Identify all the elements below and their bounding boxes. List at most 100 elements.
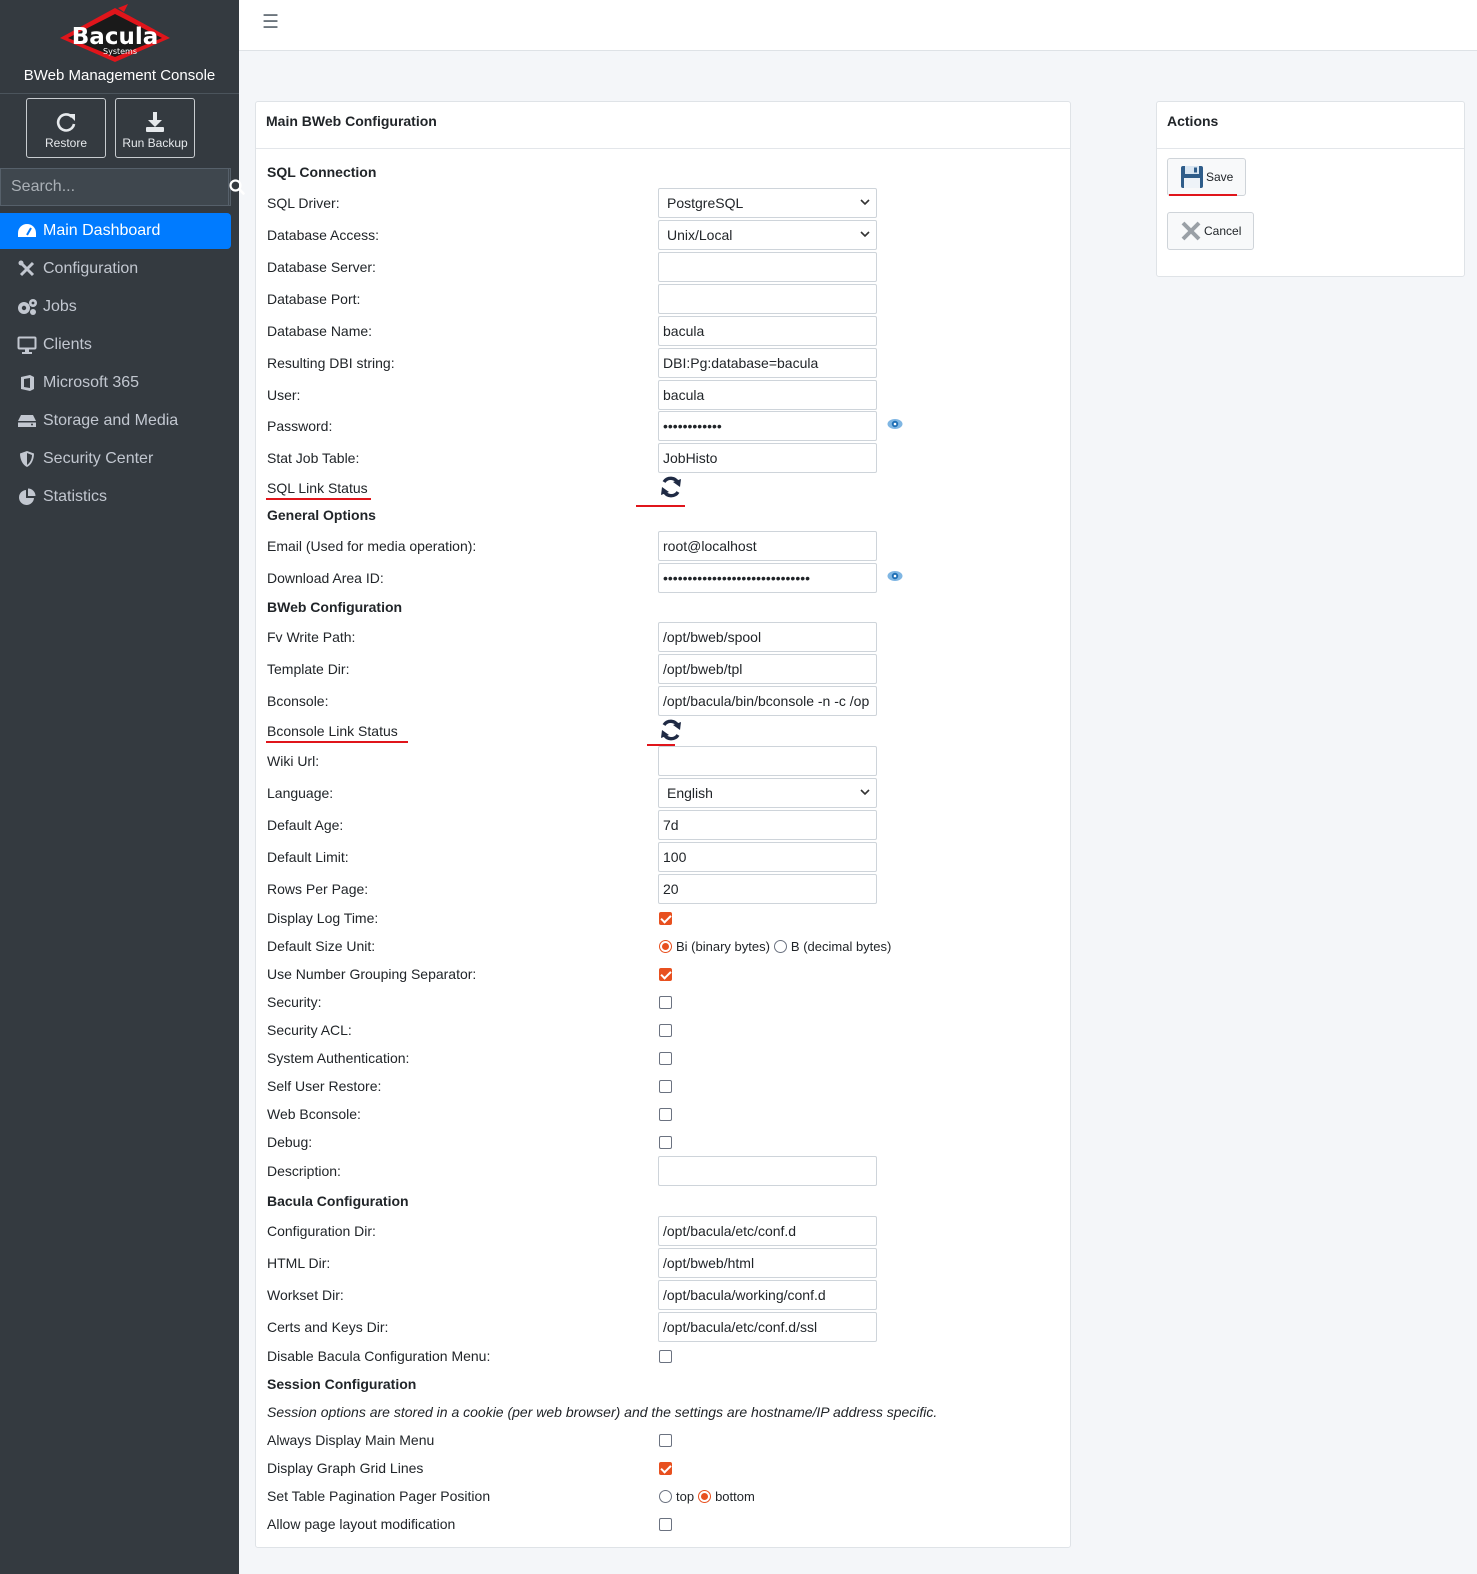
sidebar-item-clients[interactable]: Clients xyxy=(0,327,231,363)
size-unit-radio-group: Bi (binary bytes) B (decimal bytes) xyxy=(659,939,895,954)
annotation-underline xyxy=(266,498,371,500)
search-button[interactable] xyxy=(228,169,245,205)
sql-driver-select[interactable]: PostgreSQL xyxy=(658,188,877,218)
actions-title: Actions xyxy=(1157,102,1464,149)
default-age-input[interactable]: 7d xyxy=(658,810,877,840)
user-input[interactable]: bacula xyxy=(658,380,877,410)
layout-modification-checkbox[interactable] xyxy=(659,1518,672,1531)
bconsole-input[interactable]: /opt/bacula/bin/bconsole -n -c /op xyxy=(658,686,877,716)
web-bconsole-checkbox[interactable] xyxy=(659,1108,672,1121)
section-sql-connection: SQL Connection xyxy=(267,164,377,180)
sql-driver-value: PostgreSQL xyxy=(667,195,744,211)
security-acl-label: Security ACL: xyxy=(267,1022,352,1038)
run-backup-label: Run Backup xyxy=(122,136,188,150)
size-unit-binary-label: Bi (binary bytes) xyxy=(676,939,770,954)
security-checkbox[interactable] xyxy=(659,996,672,1009)
db-server-input[interactable] xyxy=(658,252,877,282)
sidebar-item-jobs[interactable]: Jobs xyxy=(0,289,231,325)
self-user-restore-label: Self User Restore: xyxy=(267,1078,382,1094)
bconsole-label: Bconsole: xyxy=(267,693,329,709)
bconsole-link-refresh-icon[interactable] xyxy=(659,719,683,741)
template-dir-label: Template Dir: xyxy=(267,661,350,677)
menu-toggle-icon[interactable]: ☰ xyxy=(262,11,279,34)
sidebar-item-security-center[interactable]: Security Center xyxy=(0,441,231,477)
disable-menu-label: Disable Bacula Configuration Menu: xyxy=(267,1348,491,1364)
pager-top-radio[interactable] xyxy=(659,1490,672,1503)
user-label: User: xyxy=(267,387,301,403)
sidebar-item-label: Microsoft 365 xyxy=(43,374,140,391)
restore-label: Restore xyxy=(44,136,88,150)
certs-dir-input[interactable]: /opt/bacula/etc/conf.d/ssl xyxy=(658,1312,877,1342)
size-unit-decimal-radio[interactable] xyxy=(773,940,787,953)
number-grouping-checkbox[interactable] xyxy=(659,968,672,981)
db-access-select[interactable]: Unix/Local xyxy=(658,220,877,250)
close-icon xyxy=(1181,221,1201,241)
session-note: Session options are stored in a cookie (… xyxy=(267,1404,938,1420)
debug-checkbox[interactable] xyxy=(659,1136,672,1149)
dbi-string-label: Resulting DBI string: xyxy=(267,355,395,371)
sql-driver-label: SQL Driver: xyxy=(267,195,340,211)
db-port-label: Database Port: xyxy=(267,291,361,307)
email-input[interactable]: root@localhost xyxy=(658,531,877,561)
workset-dir-input[interactable]: /opt/bacula/working/conf.d xyxy=(658,1280,877,1310)
card-title: Main BWeb Configuration xyxy=(256,102,1070,149)
eye-icon[interactable] xyxy=(887,570,903,582)
self-user-restore-checkbox[interactable] xyxy=(659,1080,672,1093)
language-value: English xyxy=(667,785,713,801)
sql-link-status-label: SQL Link Status xyxy=(267,480,368,496)
graph-grid-lines-label: Display Graph Grid Lines xyxy=(267,1460,424,1476)
sidebar-item-statistics[interactable]: Statistics xyxy=(0,479,231,515)
fv-write-path-input[interactable]: /opt/bweb/spool xyxy=(658,622,877,652)
graph-grid-lines-checkbox[interactable] xyxy=(659,1462,672,1475)
sql-link-refresh-icon[interactable] xyxy=(659,476,683,498)
size-unit-binary-radio[interactable] xyxy=(659,940,672,953)
number-grouping-label: Use Number Grouping Separator: xyxy=(267,966,477,982)
html-dir-input[interactable]: /opt/bweb/html xyxy=(658,1248,877,1278)
disable-menu-checkbox[interactable] xyxy=(659,1350,672,1363)
section-general-options: General Options xyxy=(267,507,376,523)
sidebar-item-label: Security Center xyxy=(43,450,154,467)
dashboard-icon xyxy=(16,221,38,241)
language-select[interactable]: English xyxy=(658,778,877,808)
sidebar-item-main-dashboard[interactable]: Main Dashboard xyxy=(0,213,231,249)
fv-write-path-label: Fv Write Path: xyxy=(267,629,356,645)
run-backup-button[interactable]: Run Backup xyxy=(115,98,195,158)
config-dir-input[interactable]: /opt/bacula/etc/conf.d xyxy=(658,1216,877,1246)
system-auth-checkbox[interactable] xyxy=(659,1052,672,1065)
pager-position-radio-group: top bottom xyxy=(659,1489,759,1504)
email-label: Email (Used for media operation): xyxy=(267,538,477,554)
bacula-logo[interactable]: Bacula Systems xyxy=(58,4,172,62)
sidebar-item-configuration[interactable]: Configuration xyxy=(0,251,231,287)
search-input[interactable] xyxy=(1,169,228,205)
bconsole-link-status-label: Bconsole Link Status xyxy=(267,723,398,739)
display-log-time-checkbox[interactable] xyxy=(659,912,672,925)
sidebar-item-label: Statistics xyxy=(43,488,108,505)
restore-button[interactable]: Restore xyxy=(26,98,106,158)
dbi-string-input[interactable]: DBI:Pg:database=bacula xyxy=(658,348,877,378)
sidebar-item-label: Jobs xyxy=(43,298,77,315)
default-limit-input[interactable]: 100 xyxy=(658,842,877,872)
eye-icon[interactable] xyxy=(887,418,903,430)
sidebar-item-storage-and-media[interactable]: Storage and Media xyxy=(0,403,231,439)
cancel-button[interactable]: Cancel xyxy=(1167,212,1255,250)
db-name-input[interactable]: bacula xyxy=(658,316,877,346)
template-dir-input[interactable]: /opt/bweb/tpl xyxy=(658,654,877,684)
pie-chart-icon xyxy=(16,487,38,507)
password-input[interactable]: •••••••••••• xyxy=(658,411,877,441)
rows-per-page-input[interactable]: 20 xyxy=(658,874,877,904)
download-area-label: Download Area ID: xyxy=(267,570,384,586)
hdd-icon xyxy=(16,411,38,431)
sidebar-item-microsoft-365[interactable]: Microsoft 365 xyxy=(0,365,231,401)
db-server-label: Database Server: xyxy=(267,259,376,275)
security-acl-checkbox[interactable] xyxy=(659,1024,672,1037)
sidebar-item-label: Storage and Media xyxy=(43,412,179,429)
download-area-input[interactable]: •••••••••••••••••••••••••••••• xyxy=(658,563,877,593)
description-input[interactable] xyxy=(658,1156,877,1186)
wiki-url-input[interactable] xyxy=(658,746,877,776)
save-button[interactable]: Save xyxy=(1167,158,1247,196)
pager-bottom-radio[interactable] xyxy=(698,1490,712,1503)
always-display-menu-checkbox[interactable] xyxy=(659,1434,672,1447)
stat-job-table-input[interactable]: JobHisto xyxy=(658,443,877,473)
sidebar-search xyxy=(0,168,245,206)
db-port-input[interactable] xyxy=(658,284,877,314)
